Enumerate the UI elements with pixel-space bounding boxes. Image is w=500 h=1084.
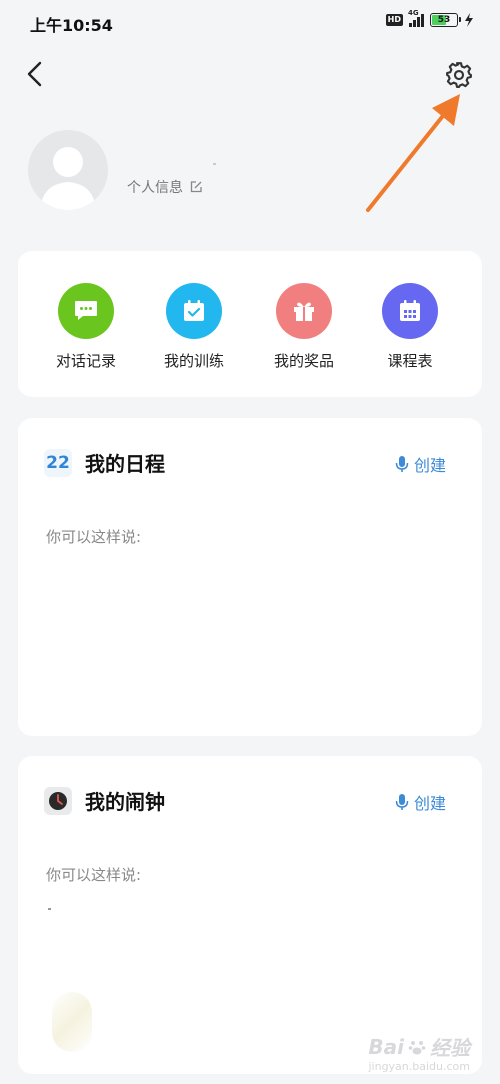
schedule-title: 我的日程 bbox=[85, 452, 165, 476]
baidu-watermark: Bai 经验 jingyan.baidu.com bbox=[368, 1032, 470, 1074]
calendar-check-icon bbox=[166, 283, 222, 339]
faint-decoration bbox=[52, 992, 92, 1052]
chevron-left-icon[interactable] bbox=[22, 58, 50, 90]
paw-icon bbox=[408, 1040, 426, 1054]
alarm-card-header: 我的闹钟 bbox=[44, 786, 165, 815]
status-indicators: HD 4G 53 bbox=[385, 9, 474, 27]
edit-icon bbox=[190, 181, 202, 193]
shortcut-timetable[interactable]: 课程表 bbox=[364, 283, 456, 371]
decorative-dot bbox=[213, 163, 216, 165]
watermark-url: jingyan.baidu.com bbox=[368, 1060, 470, 1073]
alarm-create-button[interactable]: 创建 bbox=[395, 790, 446, 814]
shortcut-label: 课程表 bbox=[387, 352, 433, 370]
microphone-icon bbox=[395, 456, 409, 472]
network-type: 4G bbox=[408, 9, 419, 17]
battery-level: 53 bbox=[437, 15, 451, 25]
signal-icon: 4G bbox=[408, 9, 424, 27]
schedule-hint: 你可以这样说: bbox=[46, 528, 142, 546]
avatar-silhouette bbox=[40, 147, 96, 210]
alarm-create-label: 创建 bbox=[413, 794, 446, 813]
personal-info-label: 个人信息 bbox=[127, 180, 183, 196]
battery-icon: 53 bbox=[430, 13, 461, 27]
annotation-arrow bbox=[366, 94, 460, 212]
clock-icon bbox=[44, 786, 72, 815]
schedule-create-label: 创建 bbox=[413, 456, 446, 475]
chat-bubble-icon bbox=[58, 283, 114, 339]
gear-icon[interactable] bbox=[444, 60, 474, 90]
schedule-card-header: 22 我的日程 bbox=[44, 448, 165, 477]
shortcut-my-training[interactable]: 我的训练 bbox=[148, 283, 240, 371]
shortcut-chat-history[interactable]: 对话记录 bbox=[40, 283, 132, 371]
alarm-card[interactable]: 我的闹钟 创建 你可以这样说: bbox=[18, 756, 482, 1074]
shortcut-label: 对话记录 bbox=[55, 352, 116, 370]
microphone-icon bbox=[395, 794, 409, 810]
shortcuts-card: 对话记录 我的训练 我的奖品 课程表 bbox=[18, 251, 482, 397]
status-bar: 上午10:54 HD 4G 53 bbox=[0, 0, 500, 44]
charging-bolt-icon bbox=[465, 13, 473, 27]
schedule-card[interactable]: 22 我的日程 创建 你可以这样说: bbox=[18, 418, 482, 736]
shortcut-my-prizes[interactable]: 我的奖品 bbox=[258, 283, 350, 371]
schedule-create-button[interactable]: 创建 bbox=[395, 452, 446, 476]
status-time: 上午10:54 bbox=[30, 16, 113, 35]
decorative-speck bbox=[48, 908, 51, 910]
hd-badge-icon: HD bbox=[385, 14, 403, 26]
watermark-suffix: 经验 bbox=[430, 1036, 470, 1060]
calendar-date-icon: 22 bbox=[44, 448, 72, 477]
personal-info-link[interactable]: 个人信息 bbox=[127, 177, 203, 197]
shortcut-label: 我的训练 bbox=[163, 352, 224, 370]
alarm-title: 我的闹钟 bbox=[85, 790, 165, 814]
alarm-hint: 你可以这样说: bbox=[46, 866, 142, 884]
watermark-brand: Bai bbox=[368, 1034, 404, 1059]
default-avatar-icon[interactable] bbox=[28, 130, 108, 210]
gift-icon bbox=[276, 283, 332, 339]
shortcut-label: 我的奖品 bbox=[273, 352, 334, 370]
timetable-icon bbox=[382, 283, 438, 339]
